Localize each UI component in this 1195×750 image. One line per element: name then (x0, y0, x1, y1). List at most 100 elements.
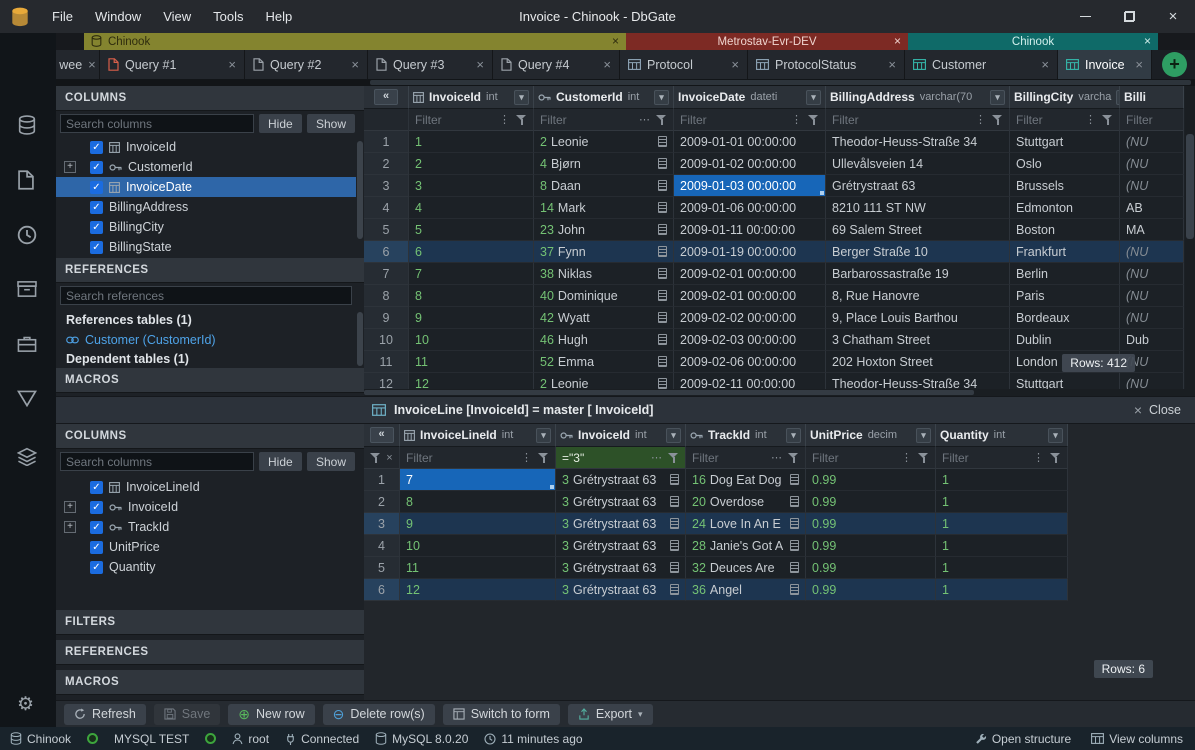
cell-customerid[interactable]: 40Dominique (534, 285, 674, 307)
table-row[interactable]: 7 7 38Niklas 2009-02-01 00:00:00 Barbaro… (364, 263, 1195, 285)
filter-funnel-icon[interactable] (516, 115, 527, 125)
close-icon[interactable]: × (1041, 57, 1049, 72)
tab-protocolstatus[interactable]: ProtocolStatus × (748, 50, 905, 79)
filter-billingstate[interactable]: Filter (1120, 109, 1184, 131)
table-row[interactable]: 5 11 3Grétrystraat 63 32Deuces Are 0.99 … (364, 557, 1068, 579)
column-header-billingcity[interactable]: BillingCity varcha ▾ (1010, 86, 1120, 109)
table-row[interactable]: 5 5 23John 2009-01-11 00:00:00 69 Salem … (364, 219, 1195, 241)
cell-invoiceid[interactable]: 5 (409, 219, 534, 241)
menu-view[interactable]: View (152, 1, 202, 32)
search-columns-input[interactable] (60, 114, 254, 133)
search-columns-input[interactable] (60, 452, 254, 471)
close-icon[interactable]: × (1144, 33, 1151, 50)
filter-billingaddress[interactable]: Filter⋮ (826, 109, 1010, 131)
cell-invoicelineid-selected[interactable]: 7 (400, 469, 556, 491)
filter-funnel-icon[interactable] (656, 115, 667, 125)
history-icon[interactable] (17, 225, 39, 247)
chevron-down-icon[interactable]: ▾ (1048, 428, 1063, 443)
cell-customerid[interactable]: 52Emma (534, 351, 674, 373)
column-item-billingcity[interactable]: ✓ BillingCity (56, 217, 356, 237)
hide-column-button[interactable]: Hide (259, 114, 302, 133)
collapse-left-panel-button[interactable]: « (370, 427, 394, 443)
close-window-button[interactable]: × (1151, 0, 1195, 33)
expand-icon[interactable]: + (64, 501, 76, 513)
column-item-billingaddress[interactable]: ✓ BillingAddress (56, 197, 356, 217)
column-header-invoicelineid[interactable]: InvoiceLineId int ▾ (400, 424, 556, 447)
expand-icon[interactable]: + (64, 521, 76, 533)
cell-billingcity[interactable]: Dublin (1010, 329, 1120, 351)
cell-billingaddress[interactable]: 8210 111 ST NW (826, 197, 1010, 219)
group-chinook-1[interactable]: Chinook × (84, 33, 626, 50)
macros-section-header[interactable]: MACROS (56, 670, 364, 695)
cell-customerid[interactable]: 4Bjørn (534, 153, 674, 175)
show-column-button[interactable]: Show (307, 114, 355, 133)
menu-file[interactable]: File (41, 1, 84, 32)
checkbox-checked[interactable]: ✓ (90, 201, 103, 214)
panel-scrollbar[interactable] (357, 312, 363, 366)
chevron-down-icon[interactable]: ▾ (514, 90, 529, 105)
cell-billingaddress[interactable]: Berger Straße 10 (826, 241, 1010, 263)
open-reference-icon[interactable] (670, 474, 679, 485)
open-reference-icon[interactable] (790, 584, 799, 595)
menu-dots-icon[interactable]: ⋮ (1085, 113, 1096, 126)
view-columns-button[interactable]: View columns (1091, 732, 1183, 746)
cell-quantity[interactable]: 1 (936, 535, 1068, 557)
status-connection[interactable]: MYSQL TEST (114, 732, 189, 746)
cell-invoicelineid[interactable]: 9 (400, 513, 556, 535)
filter-funnel-icon[interactable] (1050, 453, 1061, 463)
open-reference-icon[interactable] (670, 562, 679, 573)
columns-section-header[interactable]: COLUMNS (56, 424, 364, 449)
chevron-down-icon[interactable]: ▾ (990, 90, 1005, 105)
cell-invoiceid[interactable]: 9 (409, 307, 534, 329)
cell-trackid[interactable]: 28Janie's Got A (686, 535, 806, 557)
filter-funnel-icon[interactable] (918, 453, 929, 463)
save-button[interactable]: Save (154, 704, 221, 725)
chevron-down-icon[interactable]: ▾ (786, 428, 801, 443)
filter-invoiceid-active[interactable]: ="3"⋯ (556, 447, 686, 469)
open-reference-icon[interactable] (670, 518, 679, 529)
close-icon[interactable]: × (612, 33, 619, 50)
cell-customerid[interactable]: 8Daan (534, 175, 674, 197)
cell-billingcity[interactable]: Bordeaux (1010, 307, 1120, 329)
cell-quantity[interactable]: 1 (936, 469, 1068, 491)
menu-window[interactable]: Window (84, 1, 152, 32)
cell-customerid[interactable]: 42Wyatt (534, 307, 674, 329)
filter-invoicelineid[interactable]: Filter⋮ (400, 447, 556, 469)
cell-trackid[interactable]: 36Angel (686, 579, 806, 601)
cell-invoiceid[interactable]: 3Grétrystraat 63 (556, 491, 686, 513)
chevron-down-icon[interactable]: ▾ (654, 90, 669, 105)
column-header-invoicedate[interactable]: InvoiceDate dateti ▾ (674, 86, 826, 109)
cell-invoicedate[interactable]: 2009-02-01 00:00:00 (674, 285, 826, 307)
open-reference-icon[interactable] (670, 584, 679, 595)
cell-billingstate[interactable]: AB (1120, 197, 1184, 219)
archive-icon[interactable] (17, 280, 39, 302)
collapse-left-panel-button[interactable]: « (374, 89, 398, 105)
cell-billingcity[interactable]: Frankfurt (1010, 241, 1120, 263)
reference-link-customer[interactable]: Customer (CustomerId) (66, 330, 216, 350)
cell-billingcity[interactable]: Oslo (1010, 153, 1120, 175)
macros-section-header[interactable]: MACROS (56, 368, 364, 393)
column-header-invoiceid[interactable]: InvoiceId int ▾ (409, 86, 534, 109)
cell-invoicedate[interactable]: 2009-01-06 00:00:00 (674, 197, 826, 219)
close-icon[interactable]: × (351, 57, 359, 72)
hide-column-button[interactable]: Hide (259, 452, 302, 471)
cell-unitprice[interactable]: 0.99 (806, 557, 936, 579)
checkbox-checked[interactable]: ✓ (90, 541, 103, 554)
cell-invoicedate[interactable]: 2009-01-01 00:00:00 (674, 131, 826, 153)
cell-invoicedate[interactable]: 2009-02-03 00:00:00 (674, 329, 826, 351)
filter-quantity[interactable]: Filter⋮ (936, 447, 1068, 469)
cell-quantity[interactable]: 1 (936, 491, 1068, 513)
cell-billingaddress[interactable]: Grétrystraat 63 (826, 175, 1010, 197)
cell-customerid[interactable]: 23John (534, 219, 674, 241)
cell-invoiceid[interactable]: 3Grétrystraat 63 (556, 579, 686, 601)
menu-dots-icon[interactable]: ⋮ (521, 451, 532, 464)
cell-invoiceid[interactable]: 3 (409, 175, 534, 197)
cell-invoiceid[interactable]: 10 (409, 329, 534, 351)
browse-dots-icon[interactable]: ⋯ (639, 113, 650, 126)
cell-quantity[interactable]: 1 (936, 557, 1068, 579)
open-reference-icon[interactable] (790, 540, 799, 551)
column-item-trackid[interactable]: + ✓ TrackId (56, 517, 356, 537)
cell-billingcity[interactable]: Stuttgart (1010, 131, 1120, 153)
cell-trackid[interactable]: 32Deuces Are (686, 557, 806, 579)
checkbox-checked[interactable]: ✓ (90, 161, 103, 174)
